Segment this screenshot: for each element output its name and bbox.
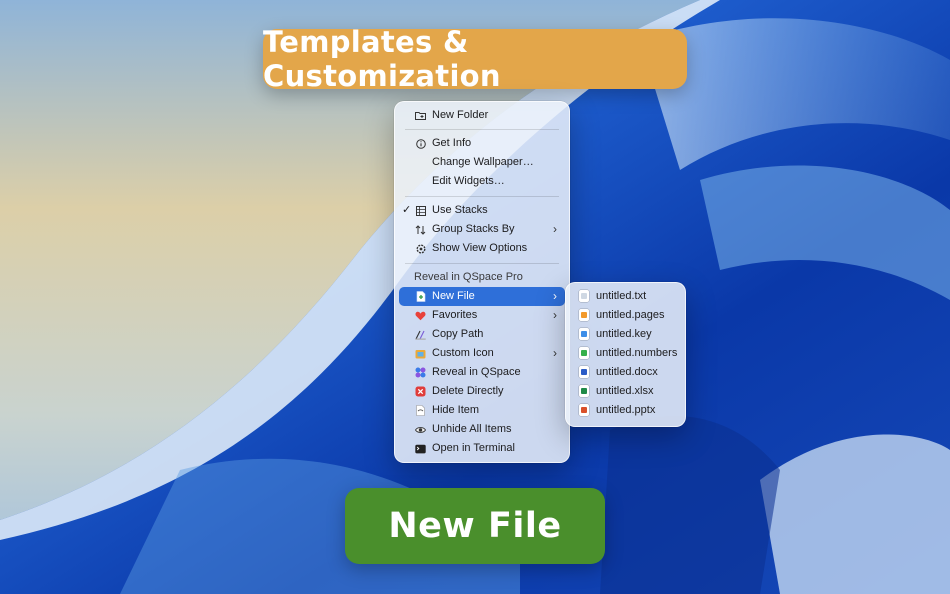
context-menu: New Folder Get Info Change Wallpaper… Ed… [394,101,570,463]
menu-separator [405,263,559,264]
hide-icon [415,405,426,416]
terminal-icon [415,443,426,454]
pages-file-icon [579,309,589,321]
menu-item-unhide-all-items[interactable]: Unhide All Items [399,420,565,439]
submenu-item-untitled-numbers[interactable]: untitled.numbers [572,344,681,363]
menu-item-label: Open in Terminal [432,442,515,454]
menu-item-label: Copy Path [432,328,484,340]
new-file-submenu: untitled.txt untitled.pages untitled.key… [565,282,686,427]
custom-icon-icon [415,348,426,359]
qspace-icon [415,367,426,378]
feature-banner: New File [345,488,605,564]
menu-item-label: Show View Options [432,242,528,254]
menu-item-use-stacks[interactable]: ✓ Use Stacks [399,201,565,220]
heart-icon [415,310,426,321]
new-file-icon [415,291,426,302]
delete-icon [415,386,426,397]
submenu-item-label: untitled.txt [596,290,647,302]
menu-item-label: Custom Icon [432,347,494,359]
excel-file-icon [579,385,589,397]
word-file-icon [579,366,589,378]
submenu-item-untitled-txt[interactable]: untitled.txt [572,287,681,306]
sort-arrows-icon [415,224,426,235]
menu-item-label: Use Stacks [432,204,488,216]
eye-icon [415,424,426,435]
menu-item-delete-directly[interactable]: Delete Directly [399,382,565,401]
checkmark-icon: ✓ [402,204,412,216]
menu-item-edit-widgets[interactable]: Edit Widgets… [399,172,565,191]
menu-item-label: Edit Widgets… [432,175,505,187]
menu-item-label: Hide Item [432,404,480,416]
menu-item-label: Unhide All Items [432,423,512,435]
menu-item-label: Delete Directly [432,385,504,397]
menu-item-custom-icon[interactable]: Custom Icon › [399,344,565,363]
view-options-icon [415,243,426,254]
menu-item-label: New Folder [432,109,489,121]
submenu-item-untitled-key[interactable]: untitled.key [572,325,681,344]
menu-item-label: Reveal in QSpace [432,366,521,378]
menu-item-group-stacks-by[interactable]: Group Stacks By › [399,220,565,239]
chevron-right-icon: › [553,308,557,322]
keynote-file-icon [579,328,589,340]
menu-item-new-file[interactable]: New File › [399,287,565,306]
menu-item-favorites[interactable]: Favorites › [399,306,565,325]
menu-item-reveal-in-qspace[interactable]: Reveal in QSpace [399,363,565,382]
powerpoint-file-icon [579,404,589,416]
submenu-item-untitled-pptx[interactable]: untitled.pptx [572,401,681,420]
submenu-item-untitled-xlsx[interactable]: untitled.xlsx [572,382,681,401]
new-folder-icon [415,110,426,121]
chevron-right-icon: › [553,289,557,303]
chevron-right-icon: › [553,222,557,236]
menu-item-hide-item[interactable]: Hide Item [399,401,565,420]
submenu-item-untitled-docx[interactable]: untitled.docx [572,363,681,382]
menu-item-show-view-options[interactable]: Show View Options [399,239,565,258]
txt-file-icon [579,290,589,302]
submenu-item-label: untitled.numbers [596,347,678,359]
chevron-right-icon: › [553,346,557,360]
menu-item-open-in-terminal[interactable]: Open in Terminal [399,439,565,458]
info-icon [415,138,426,149]
menu-item-new-folder[interactable]: New Folder [399,106,565,125]
menu-item-copy-path[interactable]: Copy Path [399,325,565,344]
menu-item-change-wallpaper[interactable]: Change Wallpaper… [399,153,565,172]
menu-section-header: Reveal in QSpace Pro [399,268,565,287]
menu-separator [405,196,559,197]
copy-path-icon [415,329,426,340]
menu-separator [405,129,559,130]
menu-item-label: Favorites [432,309,478,321]
menu-item-label: Change Wallpaper… [432,156,534,168]
submenu-item-label: untitled.key [596,328,652,340]
menu-item-label: New File [432,290,475,302]
title-banner: Templates & Customization [263,25,687,93]
numbers-file-icon [579,347,589,359]
menu-header-label: Reveal in QSpace Pro [414,271,523,283]
submenu-item-label: untitled.docx [596,366,658,378]
submenu-item-label: untitled.pptx [596,404,656,416]
submenu-item-label: untitled.xlsx [596,385,654,397]
submenu-item-label: untitled.pages [596,309,665,321]
menu-item-label: Get Info [432,137,472,149]
stacks-icon [415,205,426,216]
menu-item-get-info[interactable]: Get Info [399,134,565,153]
menu-item-label: Group Stacks By [432,223,515,235]
submenu-item-untitled-pages[interactable]: untitled.pages [572,306,681,325]
